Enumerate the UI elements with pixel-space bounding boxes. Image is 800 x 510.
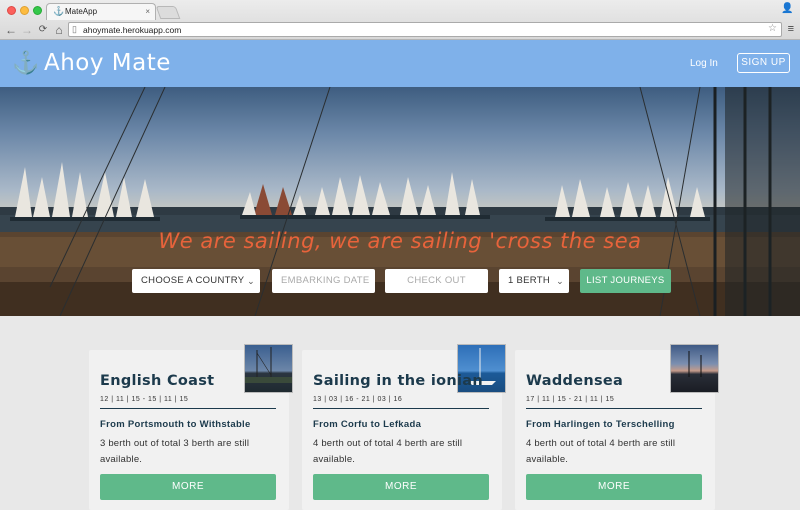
card-route: From Corfu to Lefkada xyxy=(313,419,422,430)
chevron-down-icon: ⌄ xyxy=(556,276,564,286)
browser-toolbar: ← → ⟳ ⌂ ▯ ahoymate.herokuapp.com ☆ ≡ xyxy=(0,20,800,40)
user-profile-icon[interactable]: 👤 xyxy=(781,3,793,16)
minimize-window-button[interactable] xyxy=(20,6,29,15)
more-button[interactable]: MORE xyxy=(526,474,702,500)
divider xyxy=(313,408,489,409)
site-header: ⚓ Ahoy Mate Log In SIGN UP xyxy=(0,40,800,87)
card-availability: 4 berth out of total 4 berth are still a… xyxy=(313,438,463,465)
journey-card: Waddensea 17 | 11 | 15 - 21 | 11 | 15 Fr… xyxy=(515,344,719,510)
journey-thumbnail[interactable] xyxy=(244,344,293,393)
card-dates: 12 | 11 | 15 - 15 | 11 | 15 xyxy=(100,396,189,403)
browser-chrome: ⚓ MateApp × 👤 ← → ⟳ ⌂ ▯ ahoymate.herokua… xyxy=(0,0,800,40)
tab-title: MateApp xyxy=(65,7,98,16)
list-journeys-button[interactable]: LIST JOURNEYS xyxy=(580,269,671,293)
address-bar[interactable]: ▯ ahoymate.herokuapp.com ☆ xyxy=(68,22,782,37)
sunset-harbor-photo-icon xyxy=(688,351,702,377)
home-icon[interactable]: ⌂ xyxy=(52,22,66,38)
maximize-window-button[interactable] xyxy=(33,6,42,15)
bookmark-star-icon[interactable]: ☆ xyxy=(768,23,777,34)
browser-tab[interactable]: ⚓ MateApp × xyxy=(46,3,156,20)
tab-close-icon[interactable]: × xyxy=(145,7,150,16)
card-route: From Portsmouth to Withstable xyxy=(100,419,251,430)
url-text: ahoymate.herokuapp.com xyxy=(83,25,182,35)
harbor-photo-icon xyxy=(245,347,292,383)
berth-select-value: 1 BERTH xyxy=(508,275,551,286)
card-title: Waddensea xyxy=(526,373,624,389)
card-title: Sailing in the ionian xyxy=(313,373,483,389)
back-arrow-icon[interactable]: ← xyxy=(4,22,18,38)
reload-icon[interactable]: ⟳ xyxy=(36,22,50,38)
card-route: From Harlingen to Terschelling xyxy=(526,419,675,430)
card-availability: 3 berth out of total 3 berth are still a… xyxy=(100,438,250,465)
card-title: English Coast xyxy=(100,373,215,389)
login-link[interactable]: Log In xyxy=(690,58,718,69)
signup-button[interactable]: SIGN UP xyxy=(737,53,790,73)
card-dates: 13 | 03 | 16 - 21 | 03 | 16 xyxy=(313,396,403,403)
checkout-date-input[interactable]: CHECK OUT xyxy=(385,269,488,293)
card-dates: 17 | 11 | 15 - 21 | 11 | 15 xyxy=(526,396,615,403)
forward-arrow-icon[interactable]: → xyxy=(20,22,34,38)
hamburger-menu-icon[interactable]: ≡ xyxy=(788,23,794,35)
page-icon: ▯ xyxy=(72,24,77,34)
embarking-date-input[interactable]: EMBARKING DATE xyxy=(272,269,375,293)
close-window-button[interactable] xyxy=(7,6,16,15)
journeys-section: English Coast 12 | 11 | 15 - 15 | 11 | 1… xyxy=(0,316,800,510)
anchor-logo-icon[interactable]: ⚓ xyxy=(12,51,39,75)
journey-card: English Coast 12 | 11 | 15 - 15 | 11 | 1… xyxy=(89,344,293,510)
card-availability: 4 berth out of total 4 berth are still a… xyxy=(526,438,676,465)
berth-select[interactable]: 1 BERTH ⌄ xyxy=(499,269,569,293)
more-button[interactable]: MORE xyxy=(100,474,276,500)
journey-card: Sailing in the ionian 13 | 03 | 16 - 21 … xyxy=(302,344,506,510)
journey-thumbnail[interactable] xyxy=(670,344,719,393)
hero-tagline: We are sailing, we are sailing 'cross th… xyxy=(158,229,642,253)
country-select-value: CHOOSE A COUNTRY xyxy=(141,275,245,286)
country-select[interactable]: CHOOSE A COUNTRY ⌄ xyxy=(132,269,260,293)
chevron-down-icon: ⌄ xyxy=(247,276,255,286)
divider xyxy=(100,408,276,409)
anchor-favicon-icon: ⚓ xyxy=(53,6,65,16)
more-button[interactable]: MORE xyxy=(313,474,489,500)
divider xyxy=(526,408,702,409)
new-tab-button[interactable] xyxy=(155,6,181,19)
tab-bar: ⚓ MateApp × 👤 xyxy=(0,0,800,20)
brand-name[interactable]: Ahoy Mate xyxy=(44,50,171,76)
